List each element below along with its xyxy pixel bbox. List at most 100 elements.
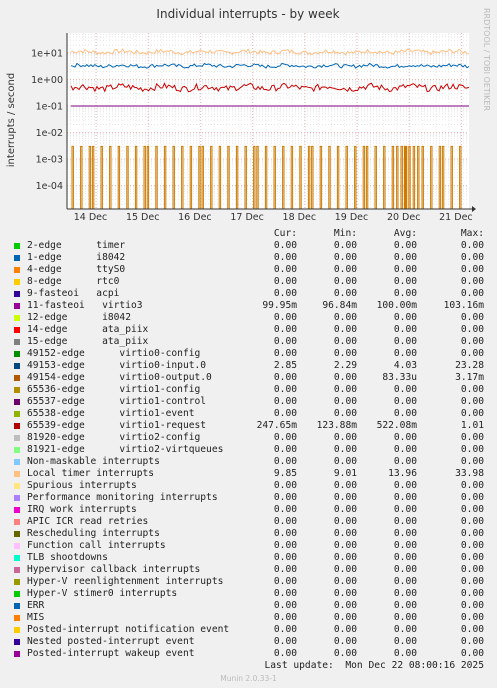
legend-swatch	[14, 591, 20, 597]
legend-label: Posted-interrupt wakeup event	[27, 648, 195, 659]
legend-avg: 0.00	[393, 552, 417, 563]
legend-min: 0.00	[333, 444, 357, 455]
legend-row: Hyper-V stimer0 interrupts 0.00 0.00 0.00 0.…	[0, 588, 497, 600]
legend-max: 33.98	[455, 468, 484, 479]
legend-max: 0.00	[460, 624, 484, 635]
header-max: Max:	[460, 228, 484, 239]
legend-row: 49154-edge virtio0-output.0 0.00 0.00 83.33…	[0, 372, 497, 384]
legend-max: 0.00	[460, 336, 484, 347]
legend-label: 12-edge i8042	[27, 312, 131, 323]
legend-avg: 0.00	[393, 252, 417, 263]
x-tick-label: 20 Dec	[387, 212, 421, 223]
legend-min: 0.00	[333, 528, 357, 539]
legend-min: 0.00	[333, 576, 357, 587]
legend-avg: 0.00	[393, 504, 417, 515]
legend-label: 8-edge rtc0	[27, 276, 120, 287]
legend-swatch	[14, 255, 20, 261]
legend-min: 0.00	[333, 588, 357, 599]
legend-max: 0.00	[460, 504, 484, 515]
legend-label: Performance monitoring interrupts	[27, 492, 218, 503]
legend-swatch	[14, 327, 20, 333]
legend-cur: 0.00	[273, 324, 297, 335]
x-axis-arrow	[472, 206, 476, 212]
legend-min: 0.00	[333, 264, 357, 275]
legend-label: Nested posted-interrupt event	[27, 636, 195, 647]
legend-label: APIC ICR read retries	[27, 516, 149, 527]
y-ticks: 1e+01 1e+00 1e-01 1e-02 1e-03 1e-04	[31, 49, 63, 193]
munin-version: Munin 2.0.33-1	[220, 674, 277, 683]
legend-row: 65539-edge virtio1-request 247.65m 123.88m…	[0, 420, 497, 432]
x-tick-label: 15 Dec	[126, 212, 160, 223]
header-avg: Avg:	[393, 228, 417, 239]
legend-min: 0.00	[333, 624, 357, 635]
legend-label: Hyper-V reenlightenment interrupts	[27, 576, 224, 587]
side-label: RRDTOOL / TOBI OETIKER	[482, 8, 491, 111]
legend-max: 0.00	[460, 252, 484, 263]
legend-avg: 13.96	[388, 468, 417, 479]
legend-avg: 0.00	[393, 636, 417, 647]
legend-label: 1-edge i8042	[27, 252, 126, 263]
legend-avg: 0.00	[393, 612, 417, 623]
legend-max: 0.00	[460, 444, 484, 455]
legend-max: 0.00	[460, 288, 484, 299]
legend-cur: 0.00	[273, 480, 297, 491]
legend-min: 0.00	[333, 252, 357, 263]
legend-row: 14-edge ata_piix 0.00 0.00 0.00 0.00	[0, 324, 497, 336]
legend-avg: 0.00	[393, 516, 417, 527]
legend-label: IRQ work interrupts	[27, 504, 137, 515]
legend-min: 0.00	[333, 240, 357, 251]
legend-label: 2-edge timer	[27, 240, 126, 251]
legend-avg: 522.08m	[376, 420, 417, 431]
chart: Individual interrupts - by week interrup…	[6, 7, 491, 223]
legend-cur: 0.00	[273, 492, 297, 503]
legend-max: 0.00	[460, 564, 484, 575]
legend-cur: 0.00	[273, 648, 297, 659]
legend-max: 0.00	[460, 516, 484, 527]
legend-swatch	[14, 303, 20, 309]
legend-row: 4-edge ttyS0 0.00 0.00 0.00 0.00	[0, 264, 497, 276]
legend-swatch	[14, 459, 20, 465]
x-tick-label: 17 Dec	[230, 212, 264, 223]
legend-max: 0.00	[460, 408, 484, 419]
legend-min: 0.00	[333, 372, 357, 383]
legend-min: 0.00	[333, 456, 357, 467]
legend-swatch	[14, 375, 20, 381]
legend-avg: 0.00	[393, 288, 417, 299]
legend-label: MIS	[27, 612, 45, 623]
x-ticks: 14 Dec 15 Dec 16 Dec 17 Dec 18 Dec 19 Dec 20 D…	[74, 212, 473, 223]
legend-label: Non-maskable interrupts	[27, 456, 160, 467]
legend-label: 65536-edge virtio1-config	[27, 384, 201, 395]
y-tick-label: 1e+00	[31, 75, 63, 86]
header-min: Min:	[333, 228, 357, 239]
legend-cur: 0.00	[273, 408, 297, 419]
legend-avg: 0.00	[393, 648, 417, 659]
legend-min: 0.00	[333, 516, 357, 527]
legend-max: 0.00	[460, 480, 484, 491]
legend-row: 65536-edge virtio1-config 0.00 0.00 0.00 0.0…	[0, 384, 497, 396]
legend-label: Function call interrupts	[27, 540, 166, 551]
y-tick-label: 1e-03	[36, 155, 63, 166]
legend-row: Posted-interrupt wakeup event 0.00 0.00 0.0…	[0, 648, 497, 660]
legend-row: 49153-edge virtio0-input.0 2.85 2.29 4.03 23…	[0, 360, 497, 372]
legend-row: Spurious interrupts 0.00 0.00 0.00 0.00	[0, 480, 497, 492]
legend-avg: 0.00	[393, 588, 417, 599]
legend-cur: 99.95m	[262, 300, 297, 311]
legend-cur: 0.00	[273, 504, 297, 515]
legend-row: IRQ work interrupts 0.00 0.00 0.00 0.00	[0, 504, 497, 516]
legend-avg: 0.00	[393, 336, 417, 347]
legend-min: 0.00	[333, 384, 357, 395]
y-tick-label: 1e-01	[36, 102, 63, 113]
chart-title: Individual interrupts - by week	[156, 7, 339, 21]
legend-label: 49152-edge virtio0-config	[27, 348, 201, 359]
legend-max: 0.00	[460, 648, 484, 659]
legend-cur: 0.00	[273, 540, 297, 551]
legend-min: 9.01	[333, 468, 357, 479]
legend-row: 2-edge timer 0.00 0.00 0.00 0.00	[0, 240, 497, 252]
legend-cur: 0.00	[273, 288, 297, 299]
legend-label: Rescheduling interrupts	[27, 528, 160, 539]
legend-max: 0.00	[460, 312, 484, 323]
legend-min: 0.00	[333, 600, 357, 611]
legend-row: 9-fasteoi acpi 0.00 0.00 0.00 0.00	[0, 288, 497, 300]
legend-max: 0.00	[460, 276, 484, 287]
legend-max: 1.01	[460, 420, 484, 431]
